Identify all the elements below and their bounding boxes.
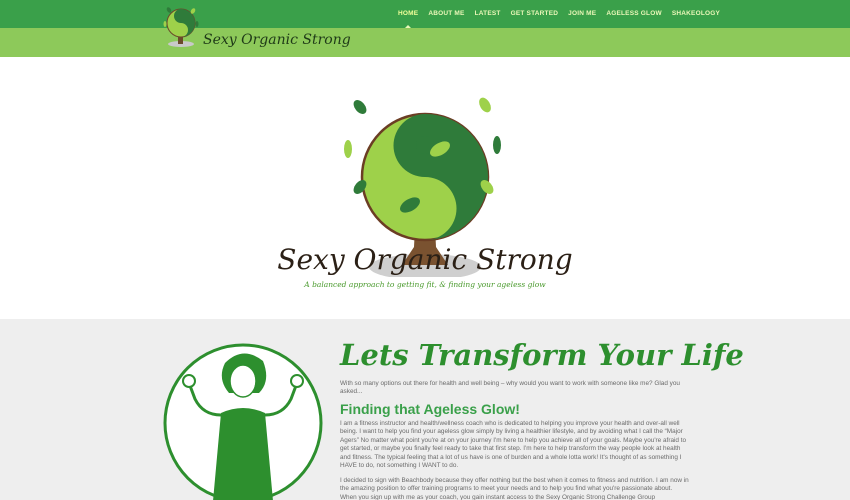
nav-latest[interactable]: LATEST [475, 10, 501, 17]
fitness-woman-illustration [163, 343, 323, 500]
nav-home[interactable]: HOME [398, 10, 418, 17]
intro-paragraph: With so many options out there for healt… [340, 380, 680, 396]
nav-ageless-glow[interactable]: AGELESS GLOW [606, 10, 662, 17]
nav-about-me[interactable]: ABOUT ME [428, 10, 464, 17]
main-nav: HOME ABOUT ME LATEST GET STARTED JOIN ME… [398, 10, 730, 17]
header-subbar: ⌕ f t ◎ p ✿ [0, 28, 850, 76]
section-headline: Lets Transform Your Life [340, 338, 744, 372]
body-paragraph-2: I decided to sign with Beachbody because… [340, 477, 689, 500]
header-logo[interactable] [160, 3, 206, 49]
top-nav-bar: HOME ABOUT ME LATEST GET STARTED JOIN ME… [0, 0, 850, 28]
hero-title: Sexy Organic Strong [277, 243, 573, 276]
header-brand-name[interactable]: Sexy Organic Strong [203, 32, 351, 48]
section-subhead: Finding that Ageless Glow! [340, 401, 520, 417]
content-section: Lets Transform Your Life With so many op… [0, 319, 850, 500]
hero-tagline: A balanced approach to getting fit, & fi… [304, 280, 546, 289]
nav-join-me[interactable]: JOIN ME [568, 10, 596, 17]
nav-shakeology[interactable]: SHAKEOLOGY [672, 10, 720, 17]
body-paragraph-1: I am a fitness instructor and health/wel… [340, 420, 687, 470]
nav-get-started[interactable]: GET STARTED [511, 10, 559, 17]
hero-section: Sexy Organic Strong A balanced approach … [0, 57, 850, 319]
